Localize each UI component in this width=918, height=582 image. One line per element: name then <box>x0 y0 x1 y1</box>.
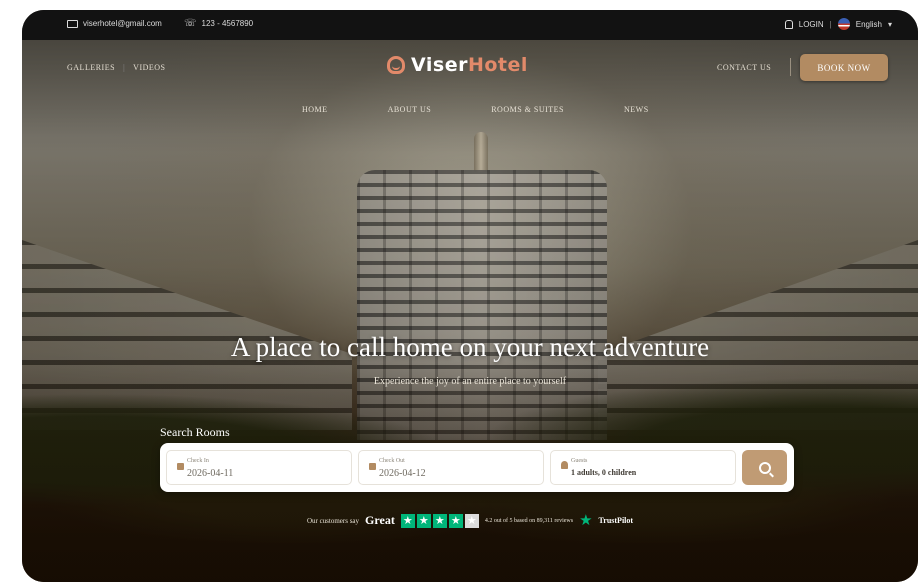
email-contact[interactable]: viserhotel@gmail.com <box>67 19 162 28</box>
secondary-nav: GALLERIES | VIDEOS <box>67 63 166 72</box>
login-link[interactable]: LOGIN <box>799 20 824 29</box>
top-bar: viserhotel@gmail.com ☏ 123 - 4567890 LOG… <box>22 10 918 40</box>
book-now-button[interactable]: BOOK NOW <box>800 54 888 81</box>
check-in-field[interactable]: Check In 2026-04-11 <box>166 450 352 485</box>
logo-text: ViserHotel <box>411 54 528 76</box>
menu-news[interactable]: NEWS <box>624 105 649 114</box>
tower-spire <box>474 132 488 172</box>
search-form: Check In 2026-04-11 Check Out 2026-04-12… <box>160 443 794 492</box>
guests-field[interactable]: Guests 1 adults, 0 children <box>550 450 736 485</box>
nav-galleries[interactable]: GALLERIES <box>67 63 115 72</box>
check-in-label: Check In <box>187 458 209 464</box>
search-rooms-title: Search Rooms <box>160 425 230 439</box>
guests-value: 1 adults, 0 children <box>571 468 637 477</box>
review-summary: 4.2 out of 5 based on 89,311 reviews <box>484 517 574 524</box>
flag-icon <box>837 18 850 30</box>
phone-text: 123 - 4567890 <box>201 19 254 28</box>
rating-word: Great <box>365 513 395 527</box>
topbar-right: LOGIN | English ▾ <box>784 18 892 30</box>
divider: | <box>829 19 832 29</box>
star-empty-icon: ★ <box>464 513 479 528</box>
calendar-icon <box>177 463 184 470</box>
star-filled-icon: ★ <box>432 513 447 528</box>
hero-frame: viserhotel@gmail.com ☏ 123 - 4567890 LOG… <box>22 10 918 582</box>
site-logo[interactable]: ViserHotel <box>387 54 528 76</box>
trustpilot-logo[interactable]: TrustPilot <box>599 516 634 525</box>
star-filled-icon: ★ <box>400 513 415 528</box>
mail-icon <box>67 19 78 28</box>
divider: | <box>123 63 126 72</box>
user-icon <box>784 19 793 29</box>
logo-icon <box>387 56 405 74</box>
search-button[interactable] <box>742 450 787 485</box>
chevron-down-icon[interactable]: ▾ <box>888 20 892 29</box>
trustpilot-star-icon: ★ <box>579 512 593 529</box>
check-out-label: Check Out <box>379 458 405 464</box>
language-select[interactable]: English <box>856 20 882 29</box>
logo-text-part1: Viser <box>411 54 468 76</box>
contact-us-link[interactable]: CONTACT US <box>717 63 771 72</box>
check-out-value: 2026-04-12 <box>379 468 426 479</box>
menu-home[interactable]: HOME <box>302 105 328 114</box>
customers-say-text: Our customers say <box>306 516 360 525</box>
calendar-icon <box>369 463 376 470</box>
check-out-field[interactable]: Check Out 2026-04-12 <box>358 450 544 485</box>
check-in-value: 2026-04-11 <box>187 468 234 479</box>
phone-contact[interactable]: ☏ 123 - 4567890 <box>184 17 254 29</box>
trustpilot-bar: Our customers say Great ★ ★ ★ ★ ★ 4.2 out of… <box>22 513 918 528</box>
star-rating: ★ ★ ★ ★ ★ <box>400 513 479 528</box>
header-divider <box>790 58 791 76</box>
nav-videos[interactable]: VIDEOS <box>133 63 165 72</box>
menu-about-us[interactable]: ABOUT US <box>388 105 432 114</box>
guests-label: Guests <box>571 458 588 464</box>
guests-icon <box>561 461 568 469</box>
hero-title: A place to call home on your next advent… <box>230 332 710 362</box>
menu-rooms-suites[interactable]: ROOMS & SUITES <box>491 105 564 114</box>
phone-icon: ☏ <box>184 17 197 29</box>
star-filled-icon: ★ <box>448 513 463 528</box>
star-filled-icon: ★ <box>416 513 431 528</box>
hero-subtitle: Experience the joy of an entire place to… <box>373 376 567 387</box>
search-icon <box>758 461 771 474</box>
logo-text-part2: Hotel <box>467 54 528 76</box>
main-menu: HOME ABOUT US ROOMS & SUITES NEWS <box>302 105 709 114</box>
email-text: viserhotel@gmail.com <box>83 19 162 28</box>
